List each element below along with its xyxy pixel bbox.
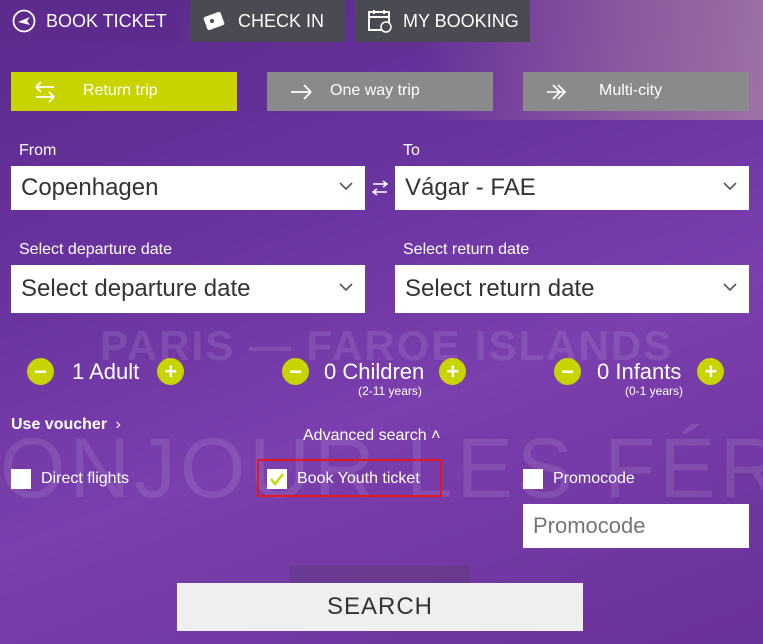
children-decrement-button[interactable]: − [282,358,309,385]
swap-route-icon[interactable] [371,180,389,196]
to-select[interactable]: Vágar - FAE [395,166,749,210]
one-way-trip-label: One way trip [330,82,420,99]
direct-flights-checkbox[interactable] [11,469,31,489]
chevron-up-icon: ˄ [431,427,441,444]
infants-counter: − 0 Infants + [554,358,725,385]
infants-decrement-button[interactable]: − [554,358,581,385]
children-age-note: (2-11 years) [358,384,422,398]
infants-increment-button[interactable]: + [697,358,725,385]
promocode-checkbox[interactable] [523,469,543,489]
top-tabs: BOOK TICKET CHECK IN MY BOOKING [0,0,763,42]
plane-icon [12,9,36,33]
direct-flights-label: Direct flights [41,470,130,487]
youth-ticket-label: Book Youth ticket [297,470,420,487]
return-date-select[interactable]: Select return date [395,265,749,313]
tab-my-booking[interactable]: MY BOOKING [355,0,530,42]
promocode-input[interactable] [523,504,749,548]
departure-date-label: Select departure date [19,241,172,258]
use-voucher-link[interactable]: Use voucher › [11,416,121,434]
advanced-search-toggle[interactable]: Advanced search ˄ [303,427,440,445]
return-date-label: Select return date [403,241,530,258]
tab-check-in-label: CHECK IN [238,10,325,31]
tab-my-booking-label: MY BOOKING [403,10,519,31]
checkmark-icon [270,473,284,487]
departure-date-select[interactable]: Select departure date [11,265,365,313]
multi-city-button[interactable]: Multi-city [523,72,749,111]
search-shadow [290,565,470,583]
arrow-right-icon [291,84,312,100]
advanced-search-label: Advanced search [303,427,427,444]
children-counter: − 0 Children + [282,358,467,385]
return-trip-label: Return trip [83,82,158,99]
return-date-value: Select return date [405,275,595,302]
swap-arrows-icon [35,81,55,103]
double-chevron-right-icon [547,84,567,100]
chevron-down-icon [723,283,737,292]
adults-count: 1 Adult [72,358,140,384]
departure-date-value: Select departure date [21,275,251,302]
search-button[interactable]: SEARCH [177,583,583,631]
from-label: From [19,142,57,159]
chevron-down-icon [339,182,353,191]
calendar-icon [368,10,392,33]
chevron-down-icon [339,283,353,292]
children-count: 0 Children [324,358,425,384]
adults-decrement-button[interactable]: − [27,358,54,385]
from-value: Copenhagen [21,174,159,201]
one-way-trip-button[interactable]: One way trip [267,72,493,111]
return-trip-button[interactable]: Return trip [11,72,237,111]
tab-book-ticket[interactable]: BOOK TICKET [0,0,180,42]
multi-city-label: Multi-city [599,82,663,99]
youth-ticket-checkbox[interactable] [267,469,287,489]
infants-count: 0 Infants [597,358,682,384]
chevron-right-icon: › [115,416,121,433]
use-voucher-label: Use voucher [11,416,108,433]
from-select[interactable]: Copenhagen [11,166,365,210]
to-value: Vágar - FAE [405,174,536,201]
infants-age-note: (0-1 years) [624,384,683,398]
adults-increment-button[interactable]: + [157,358,185,385]
children-increment-button[interactable]: + [439,358,467,385]
to-label: To [403,142,420,159]
tab-check-in[interactable]: CHECK IN [190,0,345,42]
ticket-icon [203,11,225,31]
tab-book-ticket-label: BOOK TICKET [46,10,167,31]
adults-counter: − 1 Adult + [27,358,185,385]
promocode-label: Promocode [553,470,635,487]
chevron-down-icon [723,182,737,191]
